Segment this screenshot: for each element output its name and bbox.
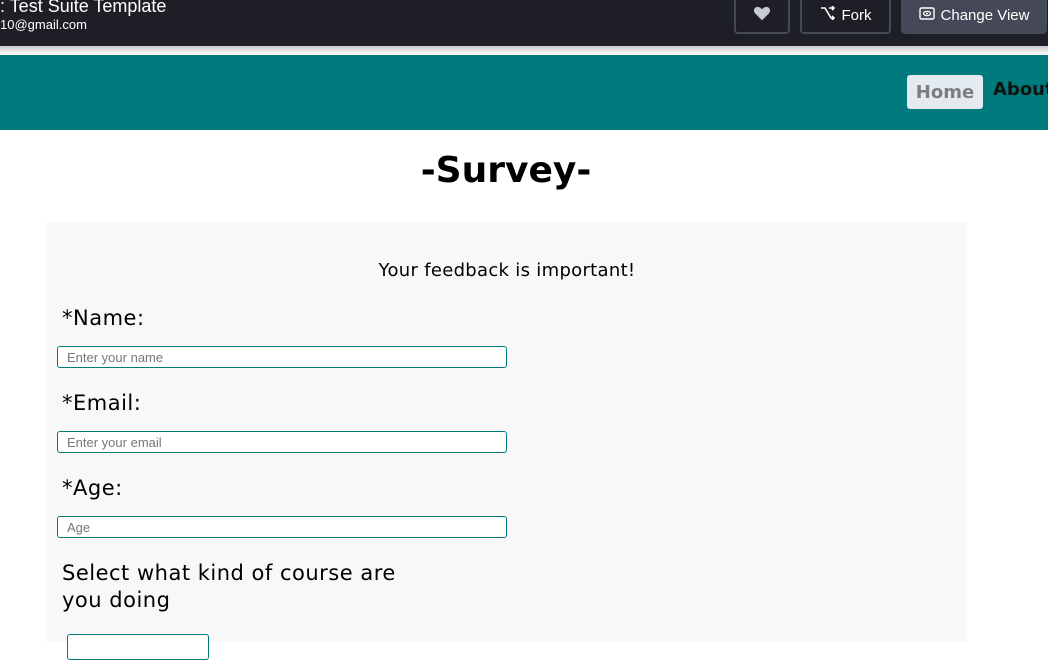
survey-form: Your feedback is important! *Name: *Emai… [47, 222, 967, 660]
like-button[interactable] [734, 0, 790, 34]
email-input[interactable] [57, 431, 507, 453]
change-view-button[interactable]: Change View [901, 0, 1047, 34]
feedback-text: Your feedback is important! [378, 260, 636, 281]
course-label: Select what kind of course are you doing [62, 561, 396, 612]
divider [0, 46, 1048, 55]
fork-button[interactable]: Fork [800, 0, 891, 34]
age-input[interactable] [57, 516, 507, 538]
change-view-label: Change View [940, 6, 1030, 24]
age-label: *Age: [62, 476, 123, 500]
email-label: *Email: [62, 391, 142, 415]
page-title: -Survey- [420, 150, 592, 191]
fork-icon [820, 5, 836, 24]
project-title: : Test Suite Template [0, 0, 167, 16]
navbar: Home About [0, 55, 1048, 130]
top-bar: : Test Suite Template 10@gmail.com Fork … [0, 0, 1048, 46]
nav-link-about[interactable]: About [993, 79, 1048, 100]
nav-link-home[interactable]: Home [907, 75, 983, 109]
name-label: *Name: [62, 306, 145, 330]
name-input[interactable] [57, 346, 507, 368]
user-email: 10@gmail.com [0, 17, 87, 32]
eye-icon [918, 6, 935, 24]
heart-icon [753, 5, 771, 25]
fork-label: Fork [841, 6, 872, 24]
